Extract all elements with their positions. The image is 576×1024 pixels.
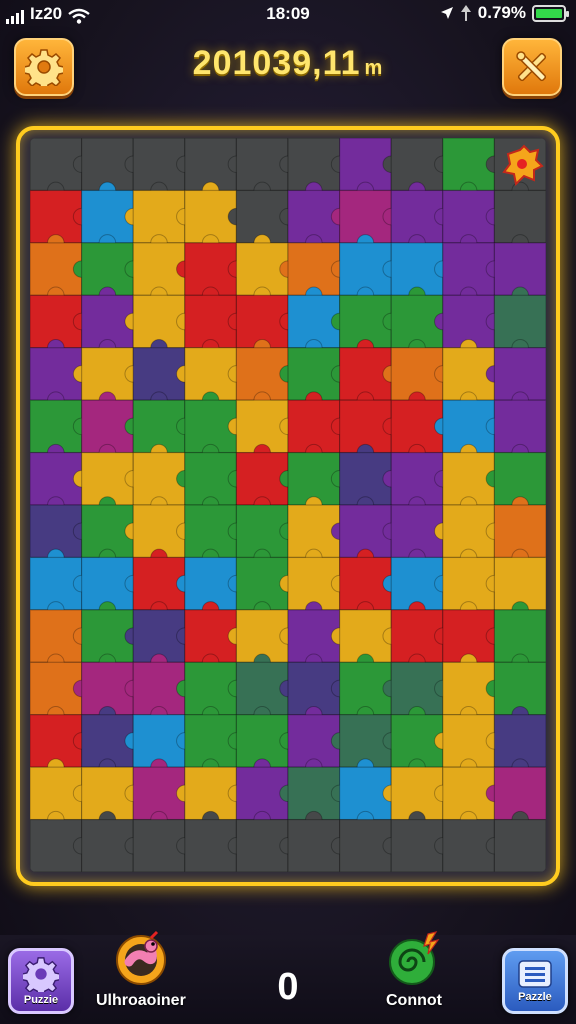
pin-icon xyxy=(460,5,471,21)
gear-icon xyxy=(23,957,59,992)
puzzle-menu-button[interactable]: Pazzle xyxy=(502,948,568,1014)
item-right-label: Connot xyxy=(386,992,442,1009)
status-bar: Iz20 18:09 0.79% xyxy=(0,0,576,28)
green-swirl-icon xyxy=(389,931,440,985)
menu-icon xyxy=(518,960,552,988)
powerup-right[interactable]: Connot xyxy=(384,928,444,1010)
puzzle-settings-button[interactable]: Puzzie xyxy=(8,948,74,1014)
right-button-label: Pazzle xyxy=(518,991,552,1003)
battery-fill xyxy=(536,8,562,18)
worm-bomb-icon xyxy=(115,930,166,985)
board-shade xyxy=(30,138,546,872)
game-screen: Iz20 18:09 0.79% 201039,11 m Puzzie Ulhr… xyxy=(0,0,576,1024)
powerup-left[interactable]: Ulhroaoiner xyxy=(96,928,186,1010)
puzzle-board[interactable] xyxy=(30,138,546,872)
title-unit: m xyxy=(364,57,384,79)
loose-piece-icon[interactable] xyxy=(500,144,544,188)
tools-button[interactable] xyxy=(502,38,562,96)
status-right: 0.79% xyxy=(440,3,569,23)
title-value: 201039,11 xyxy=(192,44,361,82)
settings-button[interactable] xyxy=(14,38,74,96)
battery-icon xyxy=(532,4,569,22)
gear-icon xyxy=(25,49,63,86)
score-counter: 0 xyxy=(277,966,299,1008)
location-icon xyxy=(440,7,453,19)
left-button-label: Puzzie xyxy=(23,994,59,1006)
title-score: 201039,11 m xyxy=(80,44,496,83)
item-left-label: Ulhroaoiner xyxy=(96,992,186,1009)
tools-icon xyxy=(516,51,547,82)
puzzle-grid xyxy=(30,138,546,872)
battery-text: 0.79% xyxy=(477,3,526,22)
